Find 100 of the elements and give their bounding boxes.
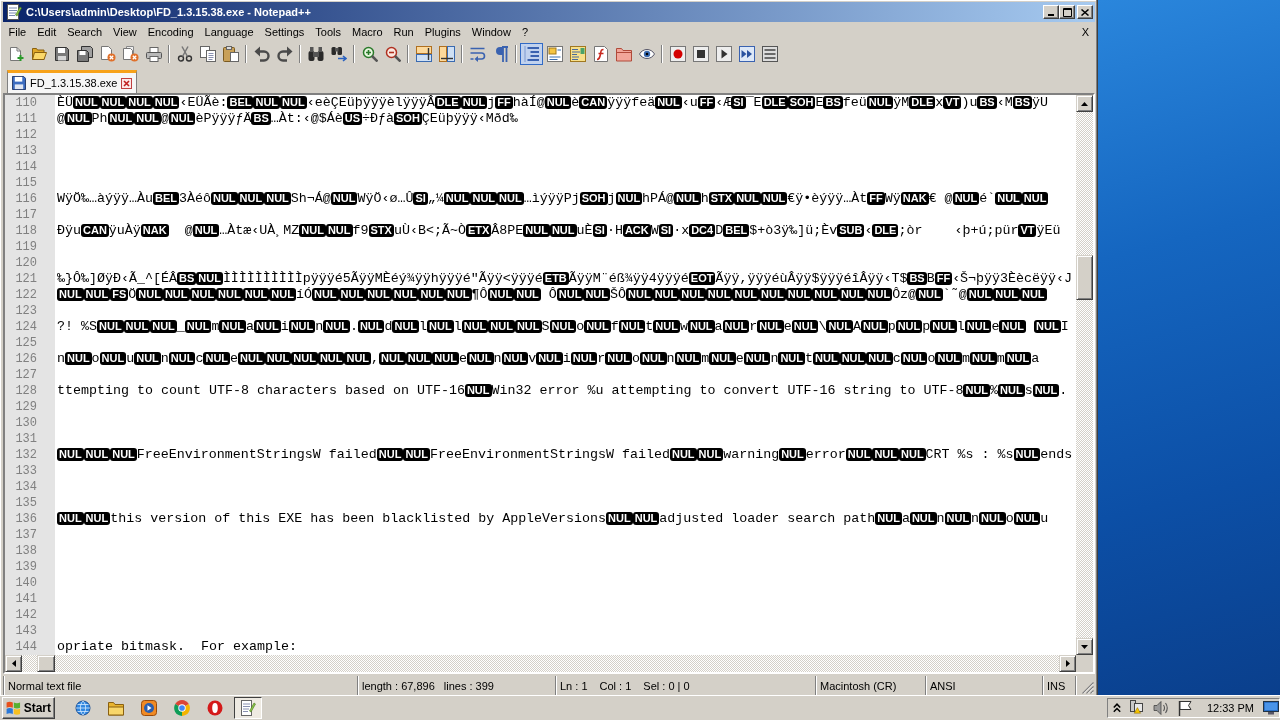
scrollbar-thumb[interactable]: [37, 655, 55, 672]
function-list-icon[interactable]: [592, 45, 609, 62]
scroll-left-button[interactable]: [5, 655, 22, 672]
menu-item[interactable]: Window: [466, 25, 517, 38]
display-icon[interactable]: [1263, 701, 1279, 715]
undo-icon[interactable]: [253, 45, 270, 62]
line-number: 134: [5, 479, 55, 495]
line-number: 115: [5, 175, 55, 191]
line-number: 135: [5, 495, 55, 511]
line-number: 141: [5, 591, 55, 607]
code-line: NUL NUL this version of this EXE has been blacklisted by AppleVersions NUL NUL adjusted loader search path NUL aNUL n NUL n NULo NUL u: [56, 511, 1049, 527]
start-button[interactable]: Start: [2, 697, 55, 719]
stacked-panes-icon[interactable]: [415, 45, 432, 62]
printer-icon[interactable]: [145, 45, 162, 62]
close-icon[interactable]: [121, 77, 133, 89]
binoculars-arrows-icon[interactable]: [330, 45, 347, 62]
pages-close-icon[interactable]: [122, 45, 139, 62]
menu-item[interactable]: File: [3, 25, 32, 38]
ring-icon[interactable]: [207, 700, 223, 716]
menu-item[interactable]: View: [107, 25, 143, 38]
menu-item[interactable]: Edit: [31, 25, 62, 38]
cursor-column-label: Col : 1: [599, 679, 632, 692]
network-warning-icon[interactable]: [1128, 700, 1145, 716]
page-close-icon[interactable]: [99, 45, 116, 62]
zoom-in-icon[interactable]: [361, 45, 378, 62]
line-number: 131: [5, 431, 55, 447]
vertical-scrollbar[interactable]: [1076, 95, 1093, 655]
line-number: 136: [5, 511, 55, 527]
menu-item[interactable]: Search: [61, 25, 108, 38]
speaker-icon[interactable]: [1152, 700, 1169, 716]
list-icon[interactable]: [761, 45, 778, 62]
line-number: 124: [5, 319, 55, 335]
menu-item[interactable]: Macro: [346, 25, 389, 38]
insert-mode-label: INS: [1047, 679, 1066, 692]
line-count-label: lines : 399: [443, 679, 494, 692]
size-grip-icon[interactable]: [1082, 682, 1094, 694]
menu-item[interactable]: Tools: [309, 25, 347, 38]
menu-item[interactable]: ?: [516, 25, 534, 38]
horizontal-scrollbar[interactable]: [5, 655, 1076, 672]
document-tab[interactable]: FD_1.3.15.38.exe: [7, 70, 138, 93]
line-number: 112: [5, 127, 55, 143]
play-tile-icon[interactable]: [141, 700, 157, 716]
zoom-out-icon[interactable]: [384, 45, 401, 62]
flag-icon[interactable]: [1176, 700, 1193, 716]
redo-icon[interactable]: [276, 45, 293, 62]
line-number: 132: [5, 447, 55, 463]
menu-item[interactable]: Settings: [259, 25, 310, 38]
line-number: 143: [5, 623, 55, 639]
scroll-right-button[interactable]: [1059, 655, 1076, 672]
line-number: 144: [5, 639, 55, 655]
menu-item[interactable]: Language: [199, 25, 260, 38]
line-number: 142: [5, 607, 55, 623]
scroll-up-button[interactable]: [1076, 95, 1093, 112]
globe-icon[interactable]: [75, 700, 91, 716]
selection-label: Sel : 0 | 0: [643, 679, 690, 692]
left-arrow-icon: [11, 660, 16, 667]
line-number: 116: [5, 191, 55, 207]
down-arrow-icon: [1081, 644, 1088, 649]
folder-icon[interactable]: [30, 45, 47, 62]
code-line: NUL NUL NUL FreeEnvironmentStringsW failed NUL NUL FreeEnvironmentStringsW failed NUL NULwarning NULerror NUL NUL NULCRT %s : %s NUL ends: [56, 447, 1073, 463]
binoculars-icon[interactable]: [307, 45, 324, 62]
line-number: 118: [5, 223, 55, 239]
menu-item[interactable]: Plugins: [419, 25, 467, 38]
side-by-side-panes-icon[interactable]: [438, 45, 455, 62]
cursor-line-label: Ln : 1: [560, 679, 588, 692]
menu-item[interactable]: Encoding: [142, 25, 200, 38]
word-wrap-icon[interactable]: [469, 45, 486, 62]
new-page-icon[interactable]: [7, 45, 24, 62]
folder-icon[interactable]: [615, 45, 632, 62]
segmented-circle-icon[interactable]: [174, 700, 190, 716]
indent-guide-icon[interactable]: [520, 42, 543, 65]
scissors-icon[interactable]: [176, 45, 193, 62]
line-number: 139: [5, 559, 55, 575]
notepad-icon[interactable]: [234, 697, 262, 719]
menu-item[interactable]: Run: [388, 25, 420, 38]
code-line: opriate bitmask. For example:: [56, 639, 297, 655]
maximize-button[interactable]: [1059, 5, 1075, 19]
minimize-button[interactable]: [1043, 5, 1059, 19]
scrollbar-thumb[interactable]: [1076, 255, 1093, 300]
play-icon[interactable]: [715, 45, 732, 62]
double-caret-up-icon[interactable]: [1112, 703, 1121, 713]
close-document-button[interactable]: X: [1076, 25, 1095, 38]
close-button[interactable]: [1077, 5, 1093, 19]
floppy-disks-icon[interactable]: [76, 45, 93, 62]
notepad-icon[interactable]: [6, 4, 22, 20]
record-icon[interactable]: [669, 45, 686, 62]
line-number: 113: [5, 143, 55, 159]
fast-forward-icon[interactable]: [738, 45, 755, 62]
document-map-icon[interactable]: [569, 45, 586, 62]
folder-icon[interactable]: [108, 700, 124, 716]
code-line: n NULo NUL u NUL n NUL c NUL e NUL NUL NUL NUL NUL,NUL NUL NUL e NUL n NUL v NULi NUL r NUL o NUL n NUL m NULe NUL n NUL t NUL NUL NULc NUL o NULmNULm NUL a: [56, 351, 1040, 367]
document-panel-icon[interactable]: [546, 45, 563, 62]
copy-icon[interactable]: [199, 45, 216, 62]
scroll-down-button[interactable]: [1076, 638, 1093, 655]
clipboard-icon[interactable]: [222, 45, 239, 62]
line-number: 111: [5, 111, 55, 127]
clock[interactable]: 12:33 PM: [1206, 702, 1254, 714]
stop-icon[interactable]: [692, 45, 709, 62]
line-number: 137: [5, 527, 55, 543]
line-number: 123: [5, 303, 55, 319]
